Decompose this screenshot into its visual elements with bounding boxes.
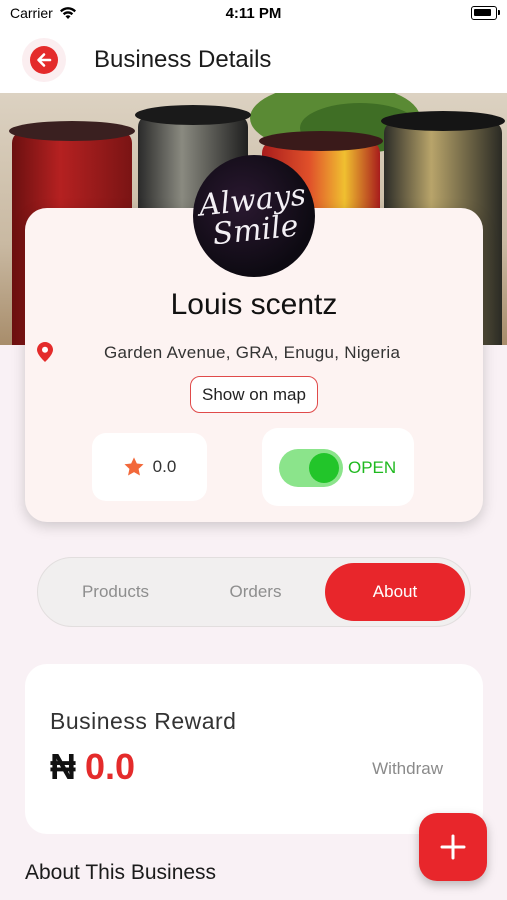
toggle-knob xyxy=(309,453,339,483)
rating-value: 0.0 xyxy=(152,457,177,476)
status-time: 4:11 PM xyxy=(225,5,282,22)
business-logo: Always Smile xyxy=(193,155,315,277)
reward-amount: 0.0 xyxy=(85,746,136,787)
page-title: Business Details xyxy=(94,46,272,73)
show-on-map-button[interactable]: Show on map xyxy=(190,376,318,413)
about-heading: About This Business xyxy=(25,861,217,884)
battery-icon xyxy=(471,6,500,20)
tab-about[interactable]: About xyxy=(325,563,465,621)
open-status-box: OPEN xyxy=(262,428,414,506)
add-button[interactable] xyxy=(419,813,487,881)
logo-text: Always Smile xyxy=(197,177,308,253)
open-toggle[interactable] xyxy=(279,449,343,487)
business-reward-card: Business Reward ₦ 0.0 Withdraw xyxy=(25,664,483,834)
business-name: Louis scentz xyxy=(170,288,338,321)
tab-orders[interactable]: Orders xyxy=(198,563,313,621)
status-bar: Carrier 4:11 PM xyxy=(0,0,507,30)
withdraw-button[interactable]: Withdraw xyxy=(372,759,443,779)
open-status-label: OPEN xyxy=(348,458,397,477)
rating-box: 0.0 xyxy=(92,433,207,501)
segment-tabs: Products Orders About xyxy=(37,557,471,627)
reward-title: Business Reward xyxy=(50,708,237,734)
map-pin-icon xyxy=(37,342,53,362)
currency-symbol: ₦ xyxy=(50,746,76,787)
arrow-left-icon xyxy=(37,53,52,67)
plus-icon xyxy=(440,834,466,860)
star-icon xyxy=(124,457,144,476)
tab-products[interactable]: Products xyxy=(58,563,173,621)
business-address: Garden Avenue, GRA, Enugu, Nigeria xyxy=(104,343,401,362)
header: Business Details xyxy=(0,30,507,93)
back-button[interactable] xyxy=(22,38,66,82)
location-row: Garden Avenue, GRA, Enugu, Nigeria xyxy=(37,341,467,365)
